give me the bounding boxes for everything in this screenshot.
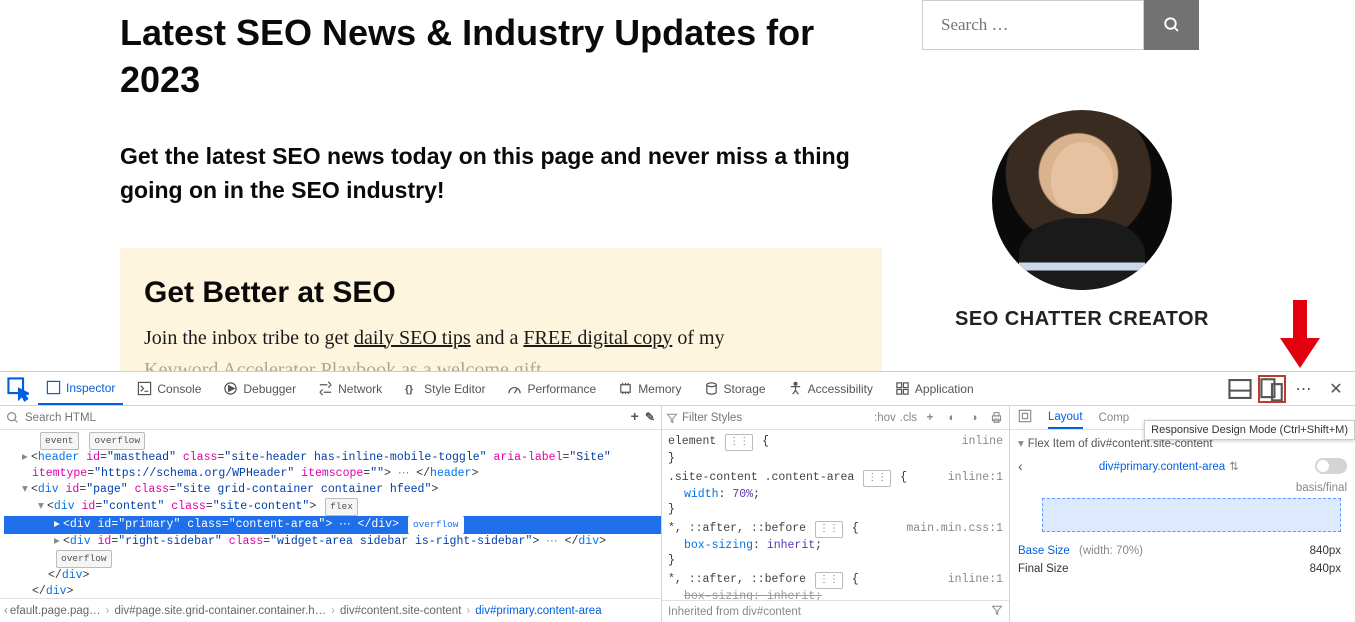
callout-link-1[interactable]: daily SEO tips	[354, 327, 471, 349]
tab-memory[interactable]: Memory	[610, 372, 689, 405]
tab-console[interactable]: Console	[129, 372, 209, 405]
tab-accessibility[interactable]: Accessibility	[780, 372, 881, 405]
search-icon	[1163, 16, 1181, 34]
flex-nav-back[interactable]: ‹	[1018, 458, 1023, 474]
layout-tab[interactable]: Layout	[1048, 406, 1083, 429]
light-dark-icon[interactable]: ◐	[943, 409, 961, 427]
flex-selector-link[interactable]: div#primary.content-area	[1099, 461, 1225, 473]
annotation-arrow	[1280, 300, 1320, 368]
callout-link-2[interactable]: FREE digital copy	[523, 327, 672, 349]
callout-box: Get Better at SEO Join the inbox tribe t…	[120, 248, 882, 378]
tab-inspector[interactable]: Inspector	[38, 372, 123, 405]
more-menu-icon[interactable]: ⋯	[1291, 376, 1317, 402]
site-search-input[interactable]	[922, 0, 1144, 50]
add-element-button[interactable]: +	[631, 410, 639, 426]
creator-caption: SEO CHATTER CREATOR	[912, 308, 1252, 331]
callout-title: Get Better at SEO	[144, 276, 858, 310]
pick-element-icon[interactable]	[6, 376, 32, 402]
add-rule-button[interactable]: +	[921, 409, 939, 427]
dom-breadcrumbs[interactable]: ‹ efault.page.pag…› div#page.site.grid-c…	[0, 598, 661, 622]
eyedropper-button[interactable]: ✎	[645, 410, 655, 425]
hov-toggle[interactable]: :hov	[874, 412, 896, 424]
tab-performance[interactable]: Performance	[499, 372, 604, 405]
filter-styles-input[interactable]	[682, 412, 792, 424]
flex-basis-final-box	[1042, 498, 1341, 532]
svg-text:{}: {}	[405, 384, 413, 395]
print-icon[interactable]	[987, 409, 1005, 427]
selected-dom-node[interactable]: ▸<div id="primary" class="content-area">…	[4, 516, 661, 534]
callout-text: Join the inbox tribe to get daily SEO ti…	[144, 322, 858, 378]
html-search-input[interactable]	[25, 412, 625, 424]
contrast-icon[interactable]: ◑	[965, 409, 983, 427]
tab-debugger[interactable]: Debugger	[215, 372, 304, 405]
creator-avatar	[992, 110, 1172, 290]
basis-final-label: basis/final	[1018, 482, 1347, 494]
page-subtitle: Get the latest SEO news today on this pa…	[120, 139, 882, 208]
search-icon	[6, 411, 19, 424]
dock-side-icon[interactable]	[1227, 376, 1253, 402]
site-search-button[interactable]	[1144, 0, 1199, 50]
dom-tree[interactable]: event overflow ▸<header id="masthead" cl…	[0, 430, 661, 598]
funnel-icon	[666, 412, 678, 424]
tab-application[interactable]: Application	[887, 372, 982, 405]
close-devtools-button[interactable]: ✕	[1323, 376, 1349, 402]
box-model-icon[interactable]	[1018, 409, 1032, 426]
tab-storage[interactable]: Storage	[696, 372, 774, 405]
tab-network[interactable]: Network	[310, 372, 390, 405]
flex-overlay-toggle[interactable]	[1315, 458, 1347, 474]
computed-tab[interactable]: Comp	[1099, 412, 1130, 424]
tab-style-editor[interactable]: {} Style Editor	[396, 372, 493, 405]
responsive-design-mode-button[interactable]	[1259, 376, 1285, 402]
rdm-tooltip: Responsive Design Mode (Ctrl+Shift+M)	[1144, 420, 1355, 440]
page-title: Latest SEO News & Industry Updates for 2…	[120, 10, 882, 104]
cls-toggle[interactable]: .cls	[900, 412, 917, 424]
